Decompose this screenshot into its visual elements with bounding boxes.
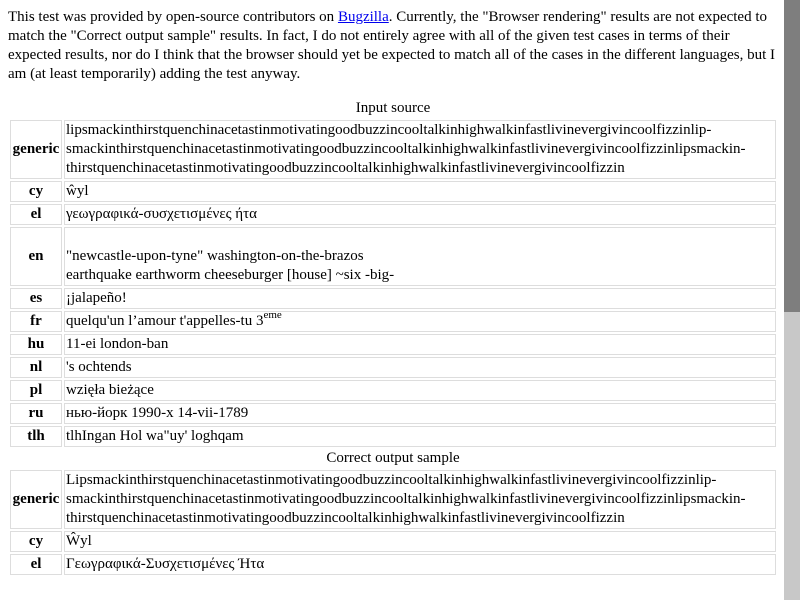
sample-line: thirstquenchinacetastinmotivatingoodbuzz…: [66, 160, 625, 176]
table-row: fr quelqu'un l’amour t'appelles-tu 3eme: [10, 309, 776, 332]
scrollbar-thumb[interactable]: [784, 0, 800, 312]
table-row: pl wzięła bieżące: [10, 380, 776, 401]
sample-text-pl: wzięła bieżące: [64, 380, 776, 401]
document-body: This test was provided by open-source co…: [8, 8, 776, 577]
sample-text-cy: ŵyl: [64, 181, 776, 202]
sample-line: smackinthirstquenchinacetastinmotivating…: [66, 491, 746, 507]
table-row: es ¡jalapeño!: [10, 288, 776, 309]
lang-label-es: es: [10, 288, 62, 309]
table-row: generic lipsmackinthirstquenchinacetasti…: [10, 120, 776, 179]
lang-label-fr: fr: [10, 311, 62, 332]
sample-text-hu: 11-ei london-ban: [64, 334, 776, 355]
table-row: cy ŵyl: [10, 181, 776, 202]
lang-label-ru: ru: [10, 403, 62, 424]
sample-text-fr: quelqu'un l’amour t'appelles-tu 3eme: [64, 309, 776, 332]
lang-label-pl: pl: [10, 380, 62, 401]
correct-output-table: generic Lipsmackinthirstquenchinacetasti…: [8, 468, 778, 577]
lang-label-hu: hu: [10, 334, 62, 355]
lang-label-cy: cy: [10, 531, 62, 552]
vertical-scrollbar[interactable]: [784, 0, 800, 600]
table-row: el γεωγραφικά-συσχετισμένες ήτα: [10, 204, 776, 225]
sample-text-el: Γεωγραφικά-Συσχετισμένες Ήτα: [64, 554, 776, 575]
sample-line: "newcastle-upon-tyne" washington-on-the-…: [66, 248, 364, 264]
table-row: el Γεωγραφικά-Συσχετισμένες Ήτα: [10, 554, 776, 575]
table-row: ru нью-йорк 1990-х 14-vii-1789: [10, 403, 776, 424]
sample-text-ru: нью-йорк 1990-х 14-vii-1789: [64, 403, 776, 424]
sample-text-cy: Ŵyl: [64, 531, 776, 552]
lang-label-generic: generic: [10, 120, 62, 179]
sample-text: quelqu'un l’amour t'appelles-tu 3: [66, 313, 264, 329]
sample-text-es: ¡jalapeño!: [64, 288, 776, 309]
sample-text-generic: Lipsmackinthirstquenchinacetastinmotivat…: [64, 470, 776, 529]
table-row: hu 11-ei london-ban: [10, 334, 776, 355]
intro-paragraph: This test was provided by open-source co…: [8, 8, 776, 84]
lang-label-generic: generic: [10, 470, 62, 529]
sample-text-nl: 's ochtends: [64, 357, 776, 378]
table-row: generic Lipsmackinthirstquenchinacetasti…: [10, 470, 776, 529]
sample-text-en: "newcastle-upon-tyne" washington-on-the-…: [64, 227, 776, 286]
lang-label-el: el: [10, 204, 62, 225]
sample-line: lipsmackinthirstquenchinacetastinmotivat…: [66, 122, 712, 138]
table-row: cy Ŵyl: [10, 531, 776, 552]
input-source-table: generic lipsmackinthirstquenchinacetasti…: [8, 118, 778, 449]
ordinal-superscript: eme: [263, 309, 282, 321]
sample-line: thirstquenchinacetastinmotivatingoodbuzz…: [66, 510, 625, 526]
lang-label-cy: cy: [10, 181, 62, 202]
sample-text-generic: lipsmackinthirstquenchinacetastinmotivat…: [64, 120, 776, 179]
lang-label-tlh: tlh: [10, 426, 62, 447]
sample-line: earthquake earthworm cheeseburger [house…: [66, 267, 395, 283]
sample-text-el: γεωγραφικά-συσχετισμένες ήτα: [64, 204, 776, 225]
lang-label-nl: nl: [10, 357, 62, 378]
table-row: nl 's ochtends: [10, 357, 776, 378]
sample-text-tlh: tlhIngan Hol wa"uy' loghqam: [64, 426, 776, 447]
bugzilla-link[interactable]: Bugzilla: [338, 9, 389, 25]
table-row: en "newcastle-upon-tyne" washington-on-t…: [10, 227, 776, 286]
correct-output-caption: Correct output sample: [326, 450, 460, 466]
lang-label-el: el: [10, 554, 62, 575]
sample-line: smackinthirstquenchinacetastinmotivating…: [66, 141, 746, 157]
input-source-caption: Input source: [355, 100, 431, 116]
table-row: tlh tlhIngan Hol wa"uy' loghqam: [10, 426, 776, 447]
intro-text-before-link: This test was provided by open-source co…: [8, 9, 338, 25]
sample-line: Lipsmackinthirstquenchinacetastinmotivat…: [66, 472, 717, 488]
lang-label-en: en: [10, 227, 62, 286]
